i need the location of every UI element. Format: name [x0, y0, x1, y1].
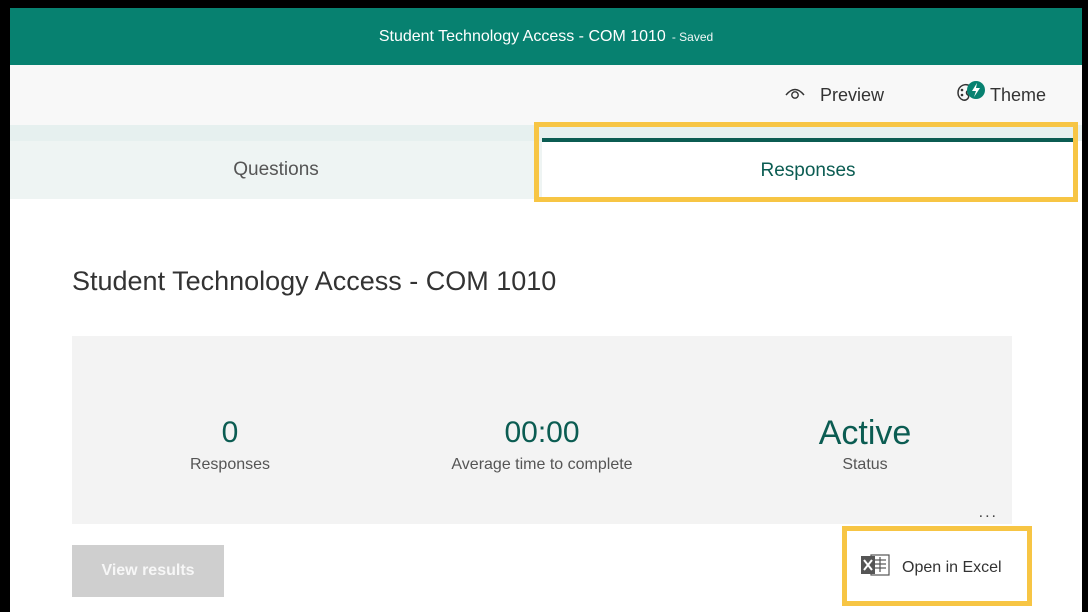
- responses-stat: 0 Responses: [110, 416, 350, 474]
- theme-button[interactable]: Theme: [952, 65, 1046, 125]
- status-stat: Active Status: [745, 416, 985, 474]
- tab-questions[interactable]: Questions: [10, 141, 542, 199]
- avg-time-label: Average time to complete: [451, 456, 633, 473]
- open-in-excel-button[interactable]: Open in Excel: [860, 553, 1002, 582]
- page-title: Student Technology Access - COM 1010: [72, 266, 557, 296]
- forms-window: Student Technology Access - COM 1010 - S…: [10, 8, 1082, 612]
- title-bar: Student Technology Access - COM 1010 - S…: [10, 8, 1082, 65]
- eye-icon: [784, 85, 820, 106]
- responses-count: 0: [221, 416, 239, 449]
- preview-label: Preview: [820, 84, 885, 105]
- status-value: Active: [818, 414, 912, 452]
- view-results-button[interactable]: View results: [72, 545, 224, 597]
- more-options-button[interactable]: ...: [979, 504, 998, 522]
- responses-label: Responses: [189, 456, 271, 473]
- palette-icon: [952, 80, 990, 111]
- response-summary-card: 0 Responses 00:00 Average time to comple…: [72, 336, 1012, 524]
- tab-responses[interactable]: Responses: [542, 138, 1074, 199]
- form-name: Student Technology Access - COM 1010: [378, 27, 666, 45]
- avg-time-value: 00:00: [504, 416, 580, 449]
- preview-button[interactable]: Preview: [784, 65, 884, 125]
- open-in-excel-label: Open in Excel: [902, 558, 1002, 576]
- status-label: Status: [842, 456, 888, 473]
- toolbar: Preview Theme: [10, 65, 1082, 125]
- avg-time-stat: 00:00 Average time to complete: [422, 416, 662, 474]
- save-status: - Saved: [671, 29, 714, 44]
- theme-label: Theme: [990, 84, 1047, 105]
- excel-icon: [860, 553, 902, 582]
